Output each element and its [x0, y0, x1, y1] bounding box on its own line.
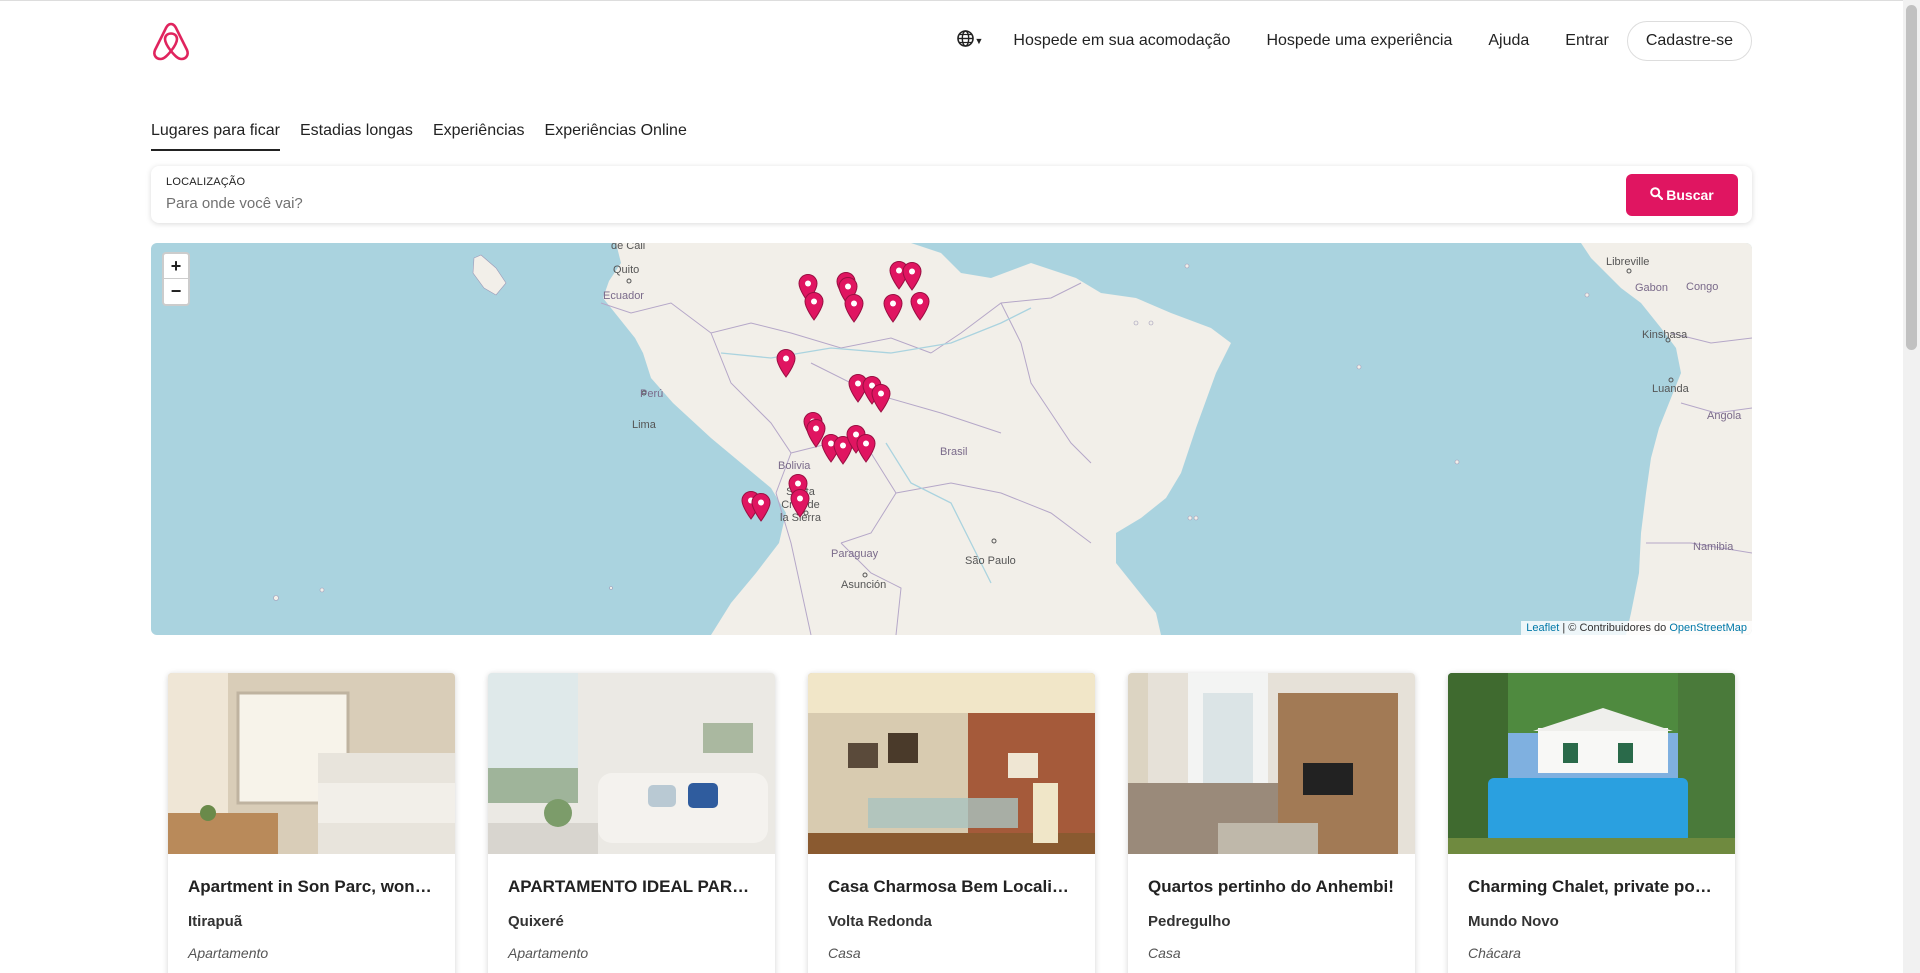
listing-card[interactable]: Charming Chalet, private pool,... Mundo … [1448, 673, 1735, 973]
host-experience-link[interactable]: Hospede uma experiência [1266, 32, 1452, 50]
map-pin-icon[interactable] [855, 433, 877, 463]
listing-title[interactable]: Charming Chalet, private pool,... [1468, 877, 1715, 897]
map-pin-icon[interactable] [803, 291, 825, 321]
location-input[interactable] [166, 191, 1466, 215]
listing-title[interactable]: Apartment in Son Parc, wonde... [188, 877, 435, 897]
zoom-out-button[interactable]: − [164, 279, 188, 304]
map-label-lima: Lima [632, 419, 656, 431]
attribution-text: | © Contribuidores do [1559, 622, 1670, 634]
signup-button[interactable]: Cadastre-se [1626, 21, 1752, 61]
listing-photo[interactable] [488, 673, 775, 854]
globe-icon [956, 30, 974, 52]
listing-title[interactable]: APARTAMENTO IDEAL PAREJ... [508, 877, 755, 897]
map-pin-icon[interactable] [882, 293, 904, 323]
search-bar: LOCALIZAÇÃO Buscar [151, 166, 1752, 223]
listing-type: Chácara [1468, 945, 1521, 961]
leaflet-link[interactable]: Leaflet [1526, 622, 1559, 634]
site-header: ▼ Hospede em sua acomodação Hospede uma … [151, 18, 1752, 64]
listing-type: Apartamento [188, 945, 269, 961]
map-label-sao-paulo: São Paulo [965, 555, 1016, 567]
listing-city: Quixeré [508, 913, 564, 930]
language-selector[interactable]: ▼ [956, 30, 984, 52]
map-pin-icon[interactable] [901, 261, 923, 291]
login-link[interactable]: Entrar [1565, 32, 1609, 50]
tab-places-to-stay[interactable]: Lugares para ficar [151, 122, 280, 151]
location-label: LOCALIZAÇÃO [166, 176, 246, 188]
map-label-namibia: Namibia [1693, 541, 1734, 553]
map-pin-icon[interactable] [843, 293, 865, 323]
map-label-asuncion: Asunción [841, 579, 887, 591]
listing-card[interactable]: Casa Charmosa Bem Localizada Volta Redon… [808, 673, 1095, 973]
map-label-angola: Angola [1707, 410, 1742, 422]
map-pin-icon[interactable] [870, 383, 892, 413]
map-label-peru: Perú [640, 388, 664, 400]
map-label-gabon: Gabon [1635, 282, 1669, 294]
listing-photo[interactable] [808, 673, 1095, 854]
tab-experiences[interactable]: Experiências [433, 122, 525, 151]
tab-long-stays[interactable]: Estadias longas [300, 122, 413, 151]
listing-city: Mundo Novo [1468, 913, 1559, 930]
search-button-label: Buscar [1666, 187, 1714, 203]
listing-card[interactable]: Apartment in Son Parc, wonde... Itirapuã… [168, 673, 455, 973]
map-label-kinshasa: Kinshasa [1642, 329, 1688, 341]
map-label-bolivia: Bolivia [778, 460, 811, 472]
listing-photo[interactable] [1448, 673, 1735, 854]
map-tiles [273, 243, 1752, 635]
listing-type: Apartamento [508, 945, 589, 961]
zoom-in-button[interactable]: + [164, 254, 188, 279]
listing-type: Casa [1148, 945, 1181, 961]
map-label-paraguay: Paraguay [831, 548, 879, 560]
listing-city: Pedregulho [1148, 913, 1231, 930]
page-scrollbar[interactable] [1903, 0, 1920, 973]
map-label-quito: Quito [613, 264, 640, 276]
category-tabs: Lugares para ficar Estadias longas Exper… [151, 122, 707, 151]
listing-card[interactable]: Quartos pertinho do Anhembi! Pedregulho … [1128, 673, 1415, 973]
map-label-congo: Congo [1686, 281, 1719, 293]
openstreetmap-link[interactable]: OpenStreetMap [1669, 622, 1747, 634]
listing-cards: Apartment in Son Parc, wonde... Itirapuã… [168, 673, 1735, 973]
top-nav: ▼ Hospede em sua acomodação Hospede uma … [956, 18, 1752, 64]
listing-photo[interactable] [1128, 673, 1415, 854]
airbnb-logo-icon[interactable] [151, 20, 191, 62]
map-label-luanda: Luanda [1652, 383, 1689, 395]
help-link[interactable]: Ajuda [1488, 32, 1529, 50]
map-zoom-control: + − [162, 252, 190, 306]
map-pin-icon[interactable] [789, 488, 811, 518]
map-pin-icon[interactable] [775, 348, 797, 378]
map-pin-icon[interactable] [750, 492, 772, 522]
map-label-cali: de Cali [611, 243, 646, 252]
listing-type: Casa [828, 945, 861, 961]
tab-online-experiences[interactable]: Experiências Online [545, 122, 687, 151]
search-icon [1650, 187, 1664, 203]
top-border [0, 0, 1920, 1]
listing-city: Volta Redonda [828, 913, 932, 930]
listing-card[interactable]: APARTAMENTO IDEAL PAREJ... Quixeré Apart… [488, 673, 775, 973]
search-button[interactable]: Buscar [1626, 174, 1738, 216]
host-stay-link[interactable]: Hospede em sua acomodação [1013, 32, 1230, 50]
map-label-brasil: Brasil [940, 446, 968, 458]
map-label-libreville: Libreville [1606, 256, 1650, 268]
chevron-down-icon: ▼ [974, 36, 984, 46]
map-attribution: Leaflet | © Contribuidores do OpenStreet… [1521, 621, 1752, 635]
listing-photo[interactable] [168, 673, 455, 854]
listings-map[interactable]: de Cali Quito Ecuador Perú Lima Bolivia … [151, 243, 1752, 635]
map-label-ecuador: Ecuador [603, 290, 644, 302]
scrollbar-thumb[interactable] [1906, 5, 1917, 350]
listing-title[interactable]: Quartos pertinho do Anhembi! [1148, 877, 1395, 897]
listing-city: Itirapuã [188, 913, 243, 930]
map-pin-icon[interactable] [909, 291, 931, 321]
listing-title[interactable]: Casa Charmosa Bem Localizada [828, 877, 1075, 897]
